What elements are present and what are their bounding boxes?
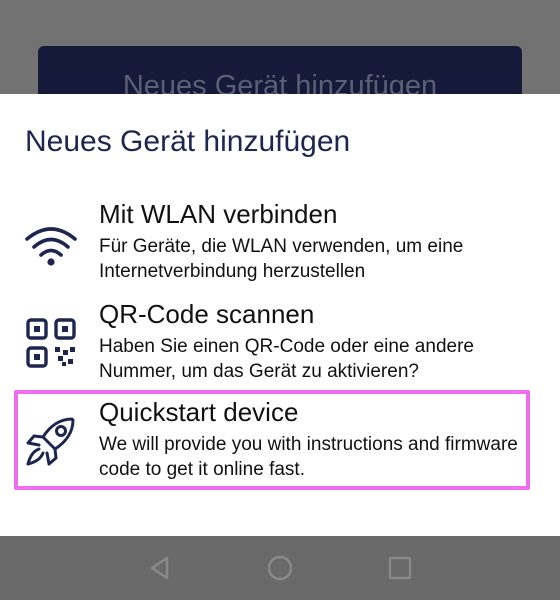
- sheet-title: Neues Gerät hinzufügen: [25, 125, 351, 158]
- option-title: Mit WLAN verbinden: [99, 199, 338, 229]
- back-triangle-icon[interactable]: [146, 554, 174, 582]
- selection-highlight: [14, 390, 530, 490]
- option-scan-qr[interactable]: QR-Code scannen Haben Sie einen QR-Code …: [0, 298, 560, 394]
- qr-code-icon: [22, 314, 80, 372]
- home-circle-icon[interactable]: [266, 554, 294, 582]
- system-navigation-bar: [0, 536, 560, 600]
- recents-square-icon[interactable]: [386, 554, 414, 582]
- wifi-icon: [22, 216, 80, 274]
- option-description: Für Geräte, die WLAN verwenden, um eine …: [99, 236, 464, 282]
- option-title: QR-Code scannen: [99, 299, 315, 329]
- option-connect-wlan[interactable]: Mit WLAN verbinden Für Geräte, die WLAN …: [0, 198, 560, 294]
- add-device-sheet: Neues Gerät hinzufügen Mit WLAN verbinde…: [0, 94, 560, 536]
- option-description: Haben Sie einen QR-Code oder eine andere…: [99, 336, 474, 382]
